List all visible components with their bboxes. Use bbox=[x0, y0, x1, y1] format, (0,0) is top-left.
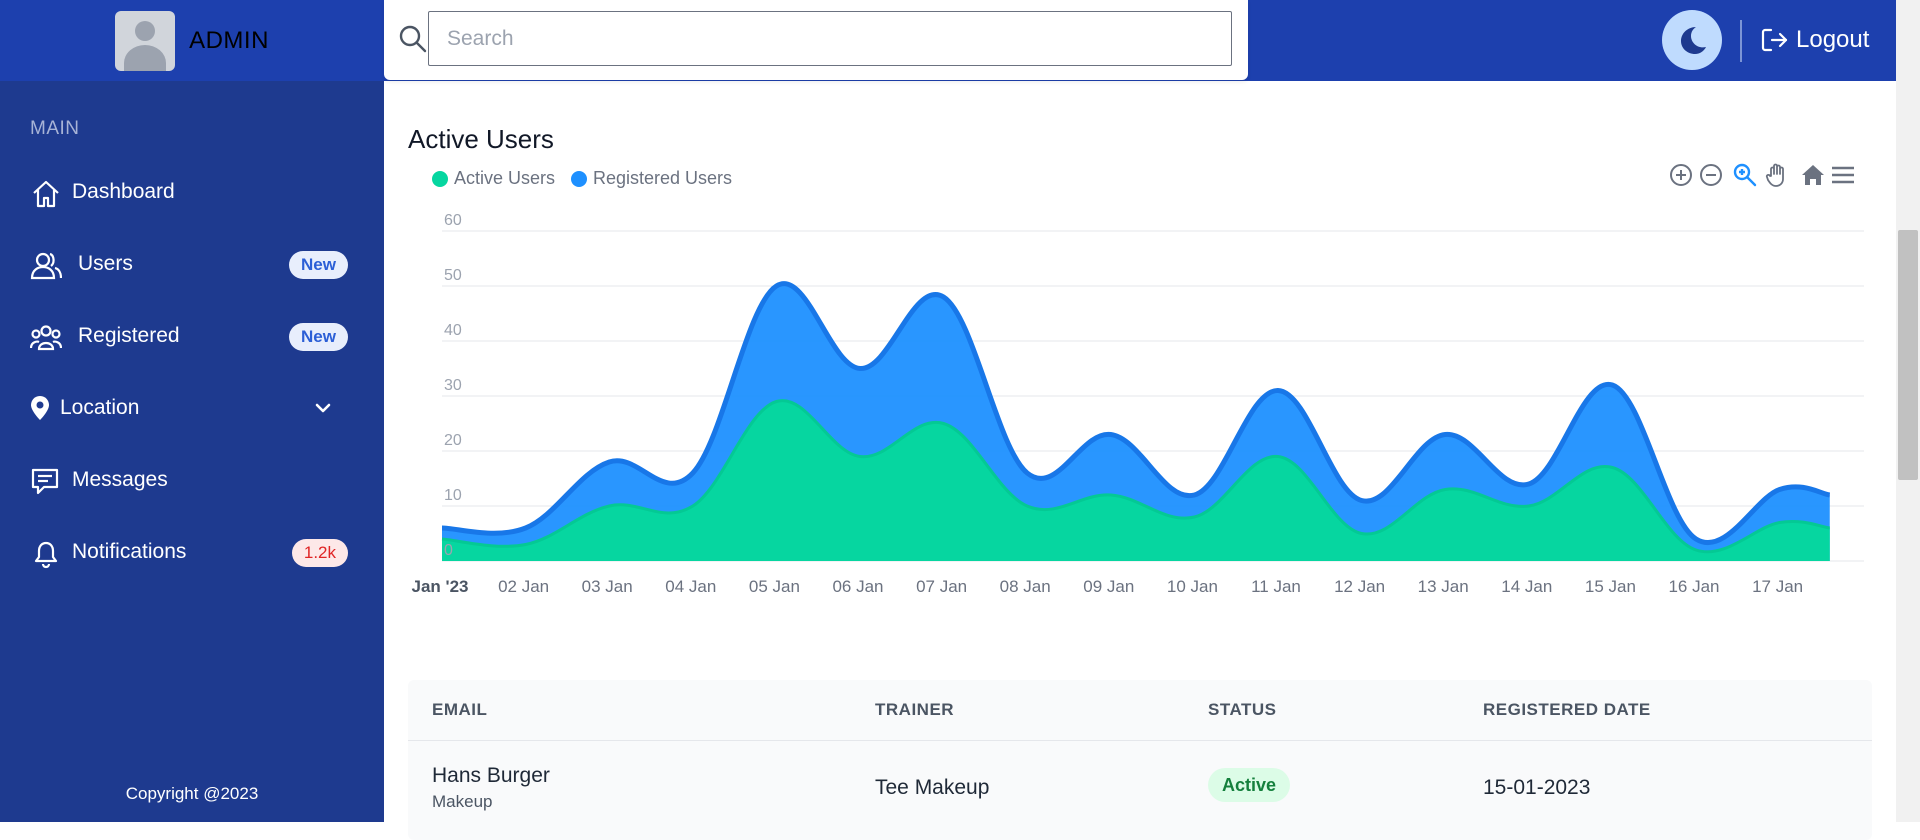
users-icon bbox=[30, 252, 62, 280]
x-tick-label: 07 Jan bbox=[916, 577, 967, 596]
message-icon bbox=[31, 468, 59, 495]
x-tick-label: 03 Jan bbox=[582, 577, 633, 596]
selection-zoom-icon[interactable] bbox=[1732, 162, 1758, 188]
legend-label: Registered Users bbox=[593, 168, 733, 188]
x-tick-label: 16 Jan bbox=[1668, 577, 1719, 596]
user-name: Hans Burger bbox=[432, 764, 550, 787]
y-tick-label: 0 bbox=[444, 542, 453, 559]
pan-hand-icon[interactable] bbox=[1764, 162, 1790, 188]
y-tick-label: 40 bbox=[444, 322, 462, 339]
x-tick-label: 11 Jan bbox=[1251, 577, 1301, 596]
users-table: EMAIL TRAINER STATUS REGISTERED DATE Han… bbox=[408, 680, 1872, 840]
y-axis: 0 10 20 30 40 50 60 bbox=[444, 212, 462, 559]
header-divider bbox=[1740, 20, 1742, 62]
zoom-in-icon[interactable] bbox=[1668, 162, 1694, 188]
x-tick-label: 04 Jan bbox=[665, 577, 716, 596]
legend-dot bbox=[571, 170, 587, 187]
sidebar-item-label: Notifications bbox=[72, 540, 187, 563]
sidebar-item-label: Registered bbox=[78, 324, 180, 347]
legend-label: Active Users bbox=[454, 168, 556, 188]
legend-dot bbox=[432, 170, 448, 187]
menu-icon[interactable] bbox=[1830, 162, 1856, 188]
x-tick-label: 10 Jan bbox=[1167, 577, 1218, 596]
active-users-chart: 0 10 20 30 40 50 60 Jan '23 02 Jan 03 Jan 04 Jan 0… bbox=[412, 212, 1864, 596]
chart-areas bbox=[441, 281, 1831, 561]
chart-title: Active Users bbox=[408, 124, 554, 154]
sidebar-item-label: Messages bbox=[72, 468, 168, 491]
group-icon bbox=[30, 325, 62, 351]
x-tick-label: 15 Jan bbox=[1585, 577, 1636, 596]
sidebar-item-messages[interactable]: Messages bbox=[0, 451, 384, 511]
new-badge: New bbox=[289, 251, 348, 279]
home-reset-icon[interactable] bbox=[1800, 162, 1826, 188]
x-tick-label: 02 Jan bbox=[498, 577, 549, 596]
y-tick-label: 50 bbox=[444, 267, 462, 284]
x-axis: Jan '23 02 Jan 03 Jan 04 Jan 05 Jan 06 Jan 07 … bbox=[412, 577, 1804, 596]
x-tick-label: 13 Jan bbox=[1418, 577, 1469, 596]
x-tick-label: 17 Jan bbox=[1752, 577, 1803, 596]
search-input[interactable] bbox=[428, 11, 1232, 66]
search-bar bbox=[384, 0, 1248, 80]
x-tick-label: Jan '23 bbox=[412, 577, 469, 596]
dark-mode-toggle[interactable] bbox=[1662, 10, 1722, 70]
column-header-status[interactable]: STATUS bbox=[1208, 700, 1276, 720]
new-badge: New bbox=[289, 323, 348, 351]
trainer-cell: Tee Makeup bbox=[875, 776, 990, 799]
y-tick-label: 30 bbox=[444, 377, 462, 394]
user-subtitle: Makeup bbox=[432, 792, 493, 811]
location-pin-icon bbox=[31, 396, 49, 420]
brand: ADMIN bbox=[0, 0, 384, 81]
notification-count-badge: 1.2k bbox=[291, 539, 348, 567]
avatar[interactable] bbox=[115, 10, 176, 71]
copyright-text: Copyright @2023 bbox=[125, 784, 259, 803]
column-header-email[interactable]: EMAIL bbox=[432, 700, 487, 720]
x-tick-label: 05 Jan bbox=[749, 577, 800, 596]
bell-icon bbox=[34, 541, 58, 569]
sidebar-item-label: Dashboard bbox=[72, 180, 175, 203]
legend-active-users[interactable]: Active Users bbox=[432, 168, 555, 189]
y-tick-label: 10 bbox=[444, 487, 462, 504]
legend-registered-users[interactable]: Registered Users bbox=[571, 168, 732, 189]
logout-icon bbox=[1761, 28, 1788, 52]
zoom-out-icon[interactable] bbox=[1698, 162, 1724, 188]
brand-name: ADMIN bbox=[189, 26, 269, 54]
status-badge: Active bbox=[1208, 768, 1291, 802]
y-tick-label: 60 bbox=[444, 212, 462, 229]
sidebar-item-location[interactable]: Location bbox=[0, 379, 384, 439]
sidebar-item-dashboard[interactable]: Dashboard bbox=[0, 163, 384, 223]
x-tick-label: 12 Jan bbox=[1334, 577, 1385, 596]
home-icon bbox=[33, 180, 59, 208]
sidebar-section-label: MAIN bbox=[30, 118, 80, 139]
logout-button[interactable]: Logout bbox=[1760, 20, 1869, 60]
sidebar-item-notifications[interactable]: Notifications 1.2k bbox=[0, 523, 384, 583]
sidebar-item-label: Users bbox=[78, 252, 133, 275]
sidebar-item-users[interactable]: Users New bbox=[0, 235, 384, 295]
y-tick-label: 20 bbox=[444, 432, 462, 449]
sidebar-item-label: Location bbox=[60, 396, 140, 419]
registered-date-cell: 15-01-2023 bbox=[1483, 776, 1591, 799]
sidebar-item-registered[interactable]: Registered New bbox=[0, 307, 384, 367]
logout-label: Logout bbox=[1796, 26, 1870, 53]
moon-icon bbox=[1681, 27, 1706, 54]
x-tick-label: 09 Jan bbox=[1083, 577, 1134, 596]
x-tick-label: 14 Jan bbox=[1501, 577, 1552, 596]
x-tick-label: 08 Jan bbox=[1000, 577, 1051, 596]
header-divider bbox=[408, 740, 1872, 741]
column-header-trainer[interactable]: TRAINER bbox=[875, 700, 954, 720]
scrollbar-thumb[interactable] bbox=[1898, 230, 1918, 480]
x-tick-label: 06 Jan bbox=[832, 577, 883, 596]
search-icon[interactable] bbox=[398, 24, 428, 54]
chevron-down-icon[interactable] bbox=[314, 399, 332, 417]
column-header-registered-date[interactable]: REGISTERED DATE bbox=[1483, 700, 1651, 720]
